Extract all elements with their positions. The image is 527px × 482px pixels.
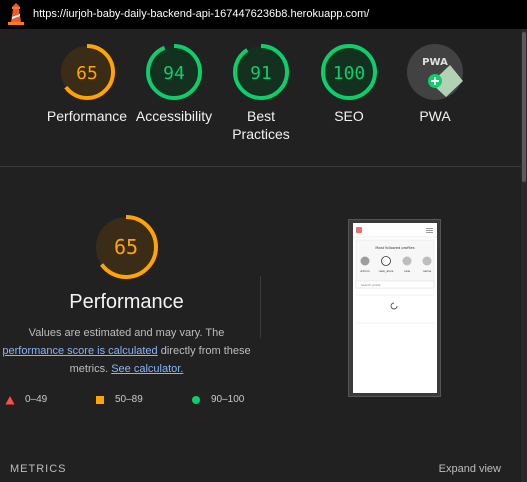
gauge-ring: 91 [233, 44, 289, 100]
gauge-score: 65 [76, 63, 98, 84]
screenshot-search: Search posts [361, 283, 381, 287]
gauge-performance[interactable]: 65 Performance [37, 43, 137, 125]
see-calculator-link[interactable]: See calculator. [111, 363, 183, 375]
legend-range: 90–100 [211, 394, 245, 405]
legend-item-average: 50–89 [95, 394, 143, 405]
gauge-label: Performance [46, 108, 128, 124]
gauge-ring: 100 [321, 44, 377, 100]
screenshot-header-title: Most followed profiles [375, 246, 414, 250]
legend-range: 0–49 [25, 394, 48, 405]
gauge-label: Best Practices [232, 108, 290, 142]
profile-name: new [404, 269, 411, 273]
legend-range: 50–89 [115, 394, 143, 405]
gauge-ring: 94 [146, 44, 202, 100]
gauge-accessibility[interactable]: 94 Accessibility [124, 43, 224, 125]
gauge-pwa[interactable]: PWA PWA [385, 43, 485, 125]
gauge-label: PWA [419, 108, 451, 124]
average-square-icon [96, 395, 104, 404]
svg-text:PWA: PWA [422, 57, 448, 68]
score-legend: 0–49 50–89 90–100 [0, 394, 260, 408]
expand-view-button[interactable]: Expand view [439, 463, 501, 475]
lighthouse-logo-icon [8, 3, 24, 25]
pass-circle-icon [192, 395, 200, 404]
gauge-seo[interactable]: 100 SEO [299, 43, 399, 125]
gauge-score: 94 [163, 63, 185, 84]
gauge-label: Accessibility [135, 108, 213, 124]
top-bar: https://iurjoh-baby-daily-backend-api-16… [0, 0, 527, 29]
section-divider [0, 166, 521, 167]
score-calculated-link[interactable]: performance score is calculated [2, 345, 157, 357]
performance-title: Performance [69, 291, 184, 313]
performance-score: 65 [114, 235, 138, 259]
legend-item-fail: 0–49 [5, 394, 47, 405]
profile-name: admin [360, 269, 369, 273]
gauge-ring: 65 [59, 44, 115, 100]
final-screenshot[interactable]: Most followed profiles admin new_alice n… [348, 219, 441, 397]
pwa-icon: PWA [407, 44, 463, 100]
performance-gauge: 65 [94, 215, 158, 279]
profile-name: name [423, 269, 432, 273]
vertical-divider [260, 276, 261, 338]
report-url[interactable]: https://iurjoh-baby-daily-backend-api-16… [33, 8, 369, 20]
metrics-heading: METRICS [10, 463, 67, 475]
profile-name: new_alice [379, 269, 394, 273]
legend-item-pass: 90–100 [191, 394, 244, 405]
spinner-icon [390, 302, 398, 310]
gauge-best-practices[interactable]: 91 Best Practices [211, 43, 311, 143]
performance-description: Values are estimated and may vary. The p… [0, 324, 253, 378]
gauge-score: 100 [333, 63, 366, 84]
screenshot-page: Most followed profiles admin new_alice n… [353, 223, 437, 393]
fail-triangle-icon [5, 395, 15, 404]
screenshot-content: Most followed profiles admin new_alice n… [353, 227, 437, 324]
gauge-score: 91 [250, 63, 272, 84]
category-gauges: 65 Performance 94 Accessibility 91 Best … [0, 43, 521, 163]
gauge-label: SEO [334, 108, 364, 124]
desc-prefix: Values are estimated and may vary. The [28, 327, 225, 339]
scrollbar-thumb[interactable] [522, 32, 526, 182]
